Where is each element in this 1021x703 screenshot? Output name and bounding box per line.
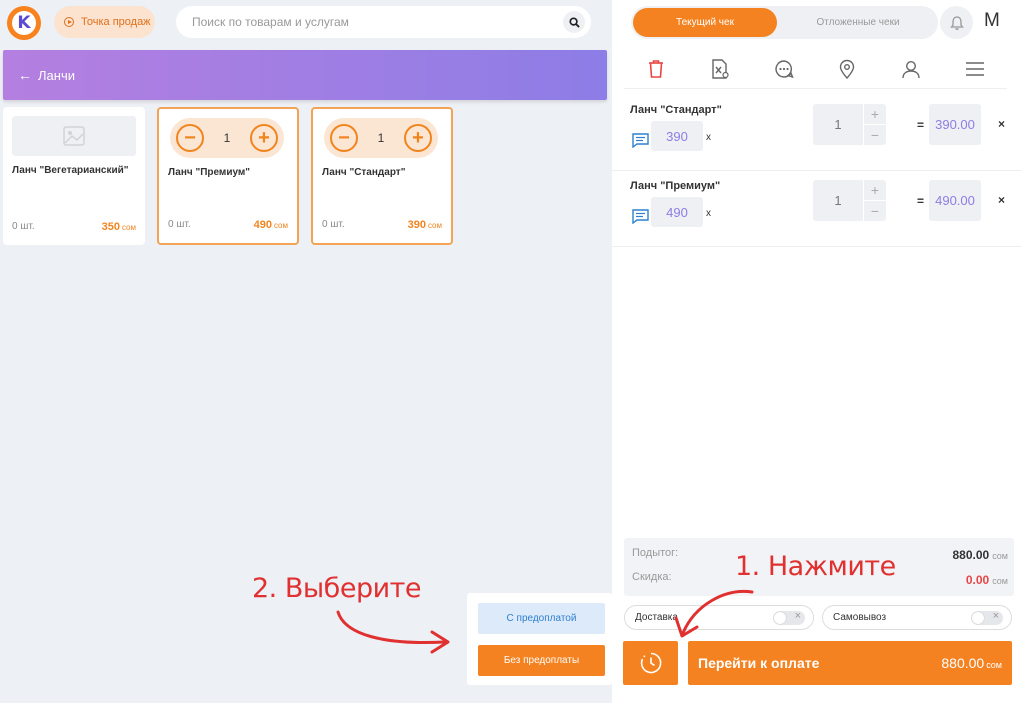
arrow-step-1 [681, 589, 754, 635]
arrow-step-2 [336, 610, 447, 644]
annotation-arrows [336, 589, 754, 654]
